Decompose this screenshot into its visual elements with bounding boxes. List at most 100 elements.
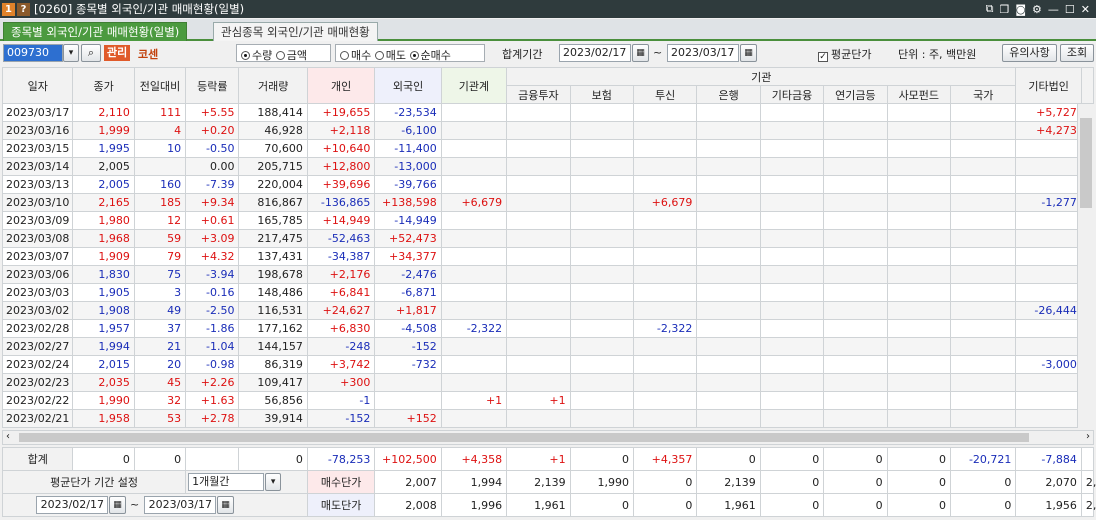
cell-trust bbox=[632, 409, 698, 428]
header-bank[interactable]: 은행 bbox=[696, 85, 761, 104]
help-badge[interactable]: ? bbox=[17, 2, 30, 16]
radio-buy[interactable]: 매수 bbox=[340, 49, 371, 62]
gear-icon[interactable]: ⚙ bbox=[1032, 3, 1042, 16]
cell-date: 2023/02/21 bbox=[1, 409, 74, 428]
cell-institution-total bbox=[440, 355, 508, 374]
cell-financial bbox=[506, 157, 571, 176]
table-row[interactable]: 2023/03/17 2,110 111 +5.55 188,414 +19,655 -23… bbox=[1, 103, 1095, 122]
scroll-thumb[interactable] bbox=[1080, 118, 1092, 208]
calendar-icon[interactable]: ▦ bbox=[740, 44, 757, 62]
cell-private-fund bbox=[886, 211, 952, 230]
period-from-input[interactable]: 2023/02/17 bbox=[559, 44, 631, 62]
header-institution-total[interactable]: 기관계 bbox=[440, 67, 508, 104]
cell-bank bbox=[696, 337, 761, 356]
cell-bank bbox=[696, 211, 761, 230]
cell-foreign bbox=[374, 373, 442, 392]
header-volume[interactable]: 거래량 bbox=[238, 67, 308, 104]
stock-code-input[interactable]: 009730 bbox=[3, 44, 63, 62]
table-row[interactable]: 2023/03/09 1,980 12 +0.61 165,785 +14,949 -14,… bbox=[1, 211, 1095, 230]
cell-insurance bbox=[569, 157, 634, 176]
link-icon[interactable]: ⧉ bbox=[986, 2, 994, 16]
header-private-fund[interactable]: 사모펀드 bbox=[886, 85, 952, 104]
tab-daily[interactable]: 종목별 외국인/기관 매매현황(일별) bbox=[3, 22, 188, 41]
minimize-icon[interactable]: — bbox=[1048, 3, 1059, 16]
search-icon[interactable]: ⌕ bbox=[81, 44, 101, 62]
copy-icon[interactable]: ❐ bbox=[999, 3, 1009, 16]
table-row[interactable]: 2023/03/06 1,830 75 -3.94 198,678 +2,176 -2,47… bbox=[1, 265, 1095, 284]
header-rate[interactable]: 등락률 bbox=[185, 67, 240, 104]
vertical-scrollbar[interactable] bbox=[1077, 104, 1094, 428]
maximize-icon[interactable]: ☐ bbox=[1065, 3, 1075, 16]
header-trust[interactable]: 투신 bbox=[632, 85, 698, 104]
header-nation[interactable]: 국가 bbox=[950, 85, 1017, 104]
table-row[interactable]: 2023/02/24 2,015 20 -0.98 86,319 +3,742 -732 -3… bbox=[1, 355, 1095, 374]
table-row[interactable]: 2023/03/08 1,968 59 +3.09 217,475 -52,463 +52,… bbox=[1, 229, 1095, 248]
avg-buy-cell: 1,994 bbox=[440, 470, 508, 494]
table-row[interactable]: 2023/02/27 1,994 21 -1.04 144,157 -248 -152 bbox=[1, 337, 1095, 356]
calendar-icon[interactable]: ▦ bbox=[217, 496, 234, 514]
cell-trust bbox=[632, 247, 698, 266]
table-row[interactable]: 2023/02/23 2,035 45 +2.26 109,417 +300 bbox=[1, 373, 1095, 392]
scroll-thumb[interactable] bbox=[19, 433, 1029, 442]
horizontal-scrollbar[interactable]: ‹ › bbox=[2, 430, 1094, 445]
cell-private-fund bbox=[886, 193, 952, 212]
notice-button[interactable]: 유의사항 bbox=[1002, 44, 1057, 62]
query-button[interactable]: 조회 bbox=[1060, 44, 1094, 62]
avg-period-select[interactable]: 1개월간 bbox=[188, 473, 265, 491]
scroll-right-icon[interactable]: › bbox=[1086, 431, 1090, 442]
cell-insurance bbox=[569, 283, 634, 302]
scroll-left-icon[interactable]: ‹ bbox=[6, 431, 10, 442]
tab-watchlist[interactable]: 관심종목 외국인/기관 매매현황 bbox=[213, 22, 378, 41]
cell-other-corp bbox=[1015, 157, 1082, 176]
table-row[interactable]: 2023/03/15 1,995 10 -0.50 70,600 +10,640 -11,4… bbox=[1, 139, 1095, 158]
header-other-corp[interactable]: 기타법인 bbox=[1015, 67, 1082, 104]
table-row[interactable]: 2023/03/16 1,999 4 +0.20 46,928 +2,118 -6,100 +… bbox=[1, 121, 1095, 140]
header-other-finance[interactable]: 기타금융 bbox=[759, 85, 825, 104]
avg-price-checkbox[interactable]: ✓ 평균단가 bbox=[818, 46, 871, 62]
table-row[interactable]: 2023/03/07 1,909 79 +4.32 137,431 -34,387 +34,… bbox=[1, 247, 1095, 266]
close-icon[interactable]: ✕ bbox=[1081, 3, 1090, 16]
table-row[interactable]: 2023/02/22 1,990 32 +1.63 56,856 -1 +1 +1 bbox=[1, 391, 1095, 410]
radio-amount[interactable]: 금액 bbox=[275, 49, 307, 62]
table-row[interactable]: 2023/02/28 1,957 37 -1.86 177,162 +6,830 -4,50… bbox=[1, 319, 1095, 338]
camera-icon[interactable]: ◙ bbox=[1015, 3, 1026, 16]
table-row[interactable]: 2023/03/02 1,908 49 -2.50 116,531 +24,627 +1,8… bbox=[1, 301, 1095, 320]
period-to-input[interactable]: 2023/03/17 bbox=[667, 44, 739, 62]
header-individual[interactable]: 개인 bbox=[306, 67, 376, 104]
cell-pension bbox=[823, 121, 888, 140]
unit-label: 단위 : 주, 백만원 bbox=[898, 48, 977, 61]
table-row[interactable]: 2023/02/21 1,958 53 +2.78 39,914 -152 +152 bbox=[1, 409, 1095, 428]
cell-change: 185 bbox=[133, 193, 187, 212]
header-insurance[interactable]: 보험 bbox=[569, 85, 634, 104]
radio-net-buy[interactable]: 순매수 bbox=[409, 49, 451, 62]
radio-quantity[interactable]: 수량 bbox=[241, 49, 272, 62]
header-close[interactable]: 종가 bbox=[72, 67, 135, 104]
cell-financial bbox=[506, 319, 571, 338]
summary-bank: 0 bbox=[696, 447, 761, 471]
cell-rate: -1.86 bbox=[185, 319, 240, 338]
calendar-icon[interactable]: ▦ bbox=[632, 44, 649, 62]
header-date[interactable]: 일자 bbox=[1, 67, 74, 104]
cell-private-fund bbox=[886, 139, 952, 158]
header-pension[interactable]: 연기금등 bbox=[823, 85, 888, 104]
cell-other-finance bbox=[759, 247, 825, 266]
table-row[interactable]: 2023/03/13 2,005 160 -7.39 220,004 +39,696 -39… bbox=[1, 175, 1095, 194]
avg-from-input[interactable]: 2023/02/17 bbox=[36, 496, 108, 514]
table-row[interactable]: 2023/03/14 2,005 0.00 205,715 +12,800 -13,000 bbox=[1, 157, 1095, 176]
avg-to-input[interactable]: 2023/03/17 bbox=[144, 496, 216, 514]
cell-institution-total bbox=[440, 157, 508, 176]
table-row[interactable]: 2023/03/03 1,905 3 -0.16 148,486 +6,841 -6,871 bbox=[1, 283, 1095, 302]
cell-date: 2023/03/16 bbox=[1, 121, 74, 140]
header-financial-investment[interactable]: 금융투자 bbox=[506, 85, 571, 104]
chevron-down-icon[interactable]: ▾ bbox=[265, 473, 282, 491]
cell-rate: +3.09 bbox=[185, 229, 240, 248]
radio-sell[interactable]: 매도 bbox=[374, 49, 406, 62]
calendar-icon[interactable]: ▦ bbox=[109, 496, 126, 514]
table-row[interactable]: 2023/03/10 2,165 185 +9.34 816,867 -136,865 +1… bbox=[1, 193, 1095, 212]
header-change[interactable]: 전일대비 bbox=[133, 67, 187, 104]
chevron-down-icon[interactable]: ▾ bbox=[63, 44, 79, 62]
cell-nation bbox=[950, 265, 1017, 284]
header-foreign[interactable]: 외국인 bbox=[374, 67, 442, 104]
summary-financial: +1 bbox=[506, 447, 571, 471]
cell-foreign: +34,377 bbox=[374, 247, 442, 266]
